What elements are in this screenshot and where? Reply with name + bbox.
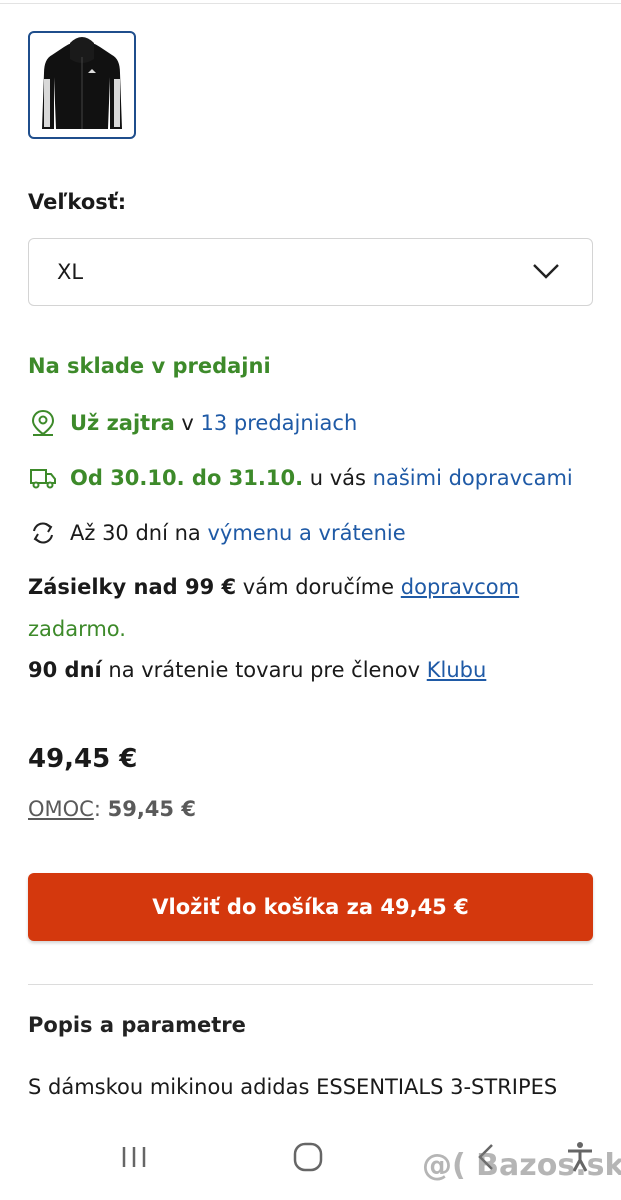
shipping-note-mid: vám doručíme	[236, 575, 401, 599]
stores-link[interactable]: 13 predajniach	[201, 411, 358, 435]
returns-prefix: Až 30 dní na	[70, 521, 208, 545]
shipping-free-text: zadarmo.	[28, 617, 126, 641]
pickup-strong: Už zajtra	[70, 411, 175, 435]
recent-apps-button[interactable]	[118, 1140, 152, 1178]
carrier-link[interactable]: dopravcom	[401, 575, 519, 599]
club-note: 90 dní na vrátenie tovaru pre členov Klu…	[28, 658, 486, 682]
description-title[interactable]: Popis a parametre	[28, 1013, 246, 1037]
pickup-mid: v	[174, 411, 201, 435]
description-text: S dámskou mikinou adidas ESSENTIALS 3-ST…	[28, 1075, 558, 1099]
club-note-strong: 90 dní	[28, 658, 102, 682]
size-select-value: XL	[57, 260, 84, 284]
stock-status: Na sklade v predajni	[28, 354, 271, 378]
club-link[interactable]: Klubu	[427, 658, 487, 682]
shipping-note: Zásielky nad 99 € vám doručíme dopravcom	[28, 575, 519, 599]
rrp-separator: :	[93, 797, 108, 821]
returns-row: Až 30 dní na výmenu a vrátenie	[28, 519, 406, 547]
pickup-row: Už zajtra v 13 predajniach	[28, 409, 357, 437]
size-label: Veľkosť:	[28, 190, 127, 214]
add-to-cart-button[interactable]: Vložiť do košíka za 49,45 €	[28, 873, 593, 941]
exchange-arrows-icon	[28, 519, 58, 547]
shipping-note-strong: Zásielky nad 99 €	[28, 575, 237, 599]
price: 49,45 €	[28, 744, 138, 774]
delivery-row: Od 30.10. do 31.10. u vás našimi dopravc…	[28, 464, 573, 492]
chevron-down-icon	[532, 261, 560, 285]
delivery-strong: Od 30.10. do 31.10.	[70, 466, 304, 490]
club-note-mid: na vrátenie tovaru pre členov	[101, 658, 427, 682]
top-divider	[0, 3, 621, 4]
truck-icon	[28, 464, 58, 492]
home-button[interactable]	[291, 1140, 325, 1178]
map-pin-icon	[28, 409, 58, 437]
rrp-value: 59,45 €	[107, 797, 196, 821]
delivery-mid: u vás	[303, 466, 373, 490]
section-divider	[28, 984, 593, 985]
rrp-price: OMOC: 59,45 €	[28, 797, 196, 821]
hoodie-image	[42, 37, 122, 129]
product-thumbnail[interactable]	[28, 31, 136, 139]
bazos-watermark: @( Bazos.sk	[422, 1148, 621, 1183]
carriers-link[interactable]: našimi dopravcami	[373, 466, 573, 490]
returns-link[interactable]: výmenu a vrátenie	[207, 521, 405, 545]
size-select[interactable]: XL	[28, 238, 593, 306]
rrp-label[interactable]: OMOC	[28, 797, 94, 821]
